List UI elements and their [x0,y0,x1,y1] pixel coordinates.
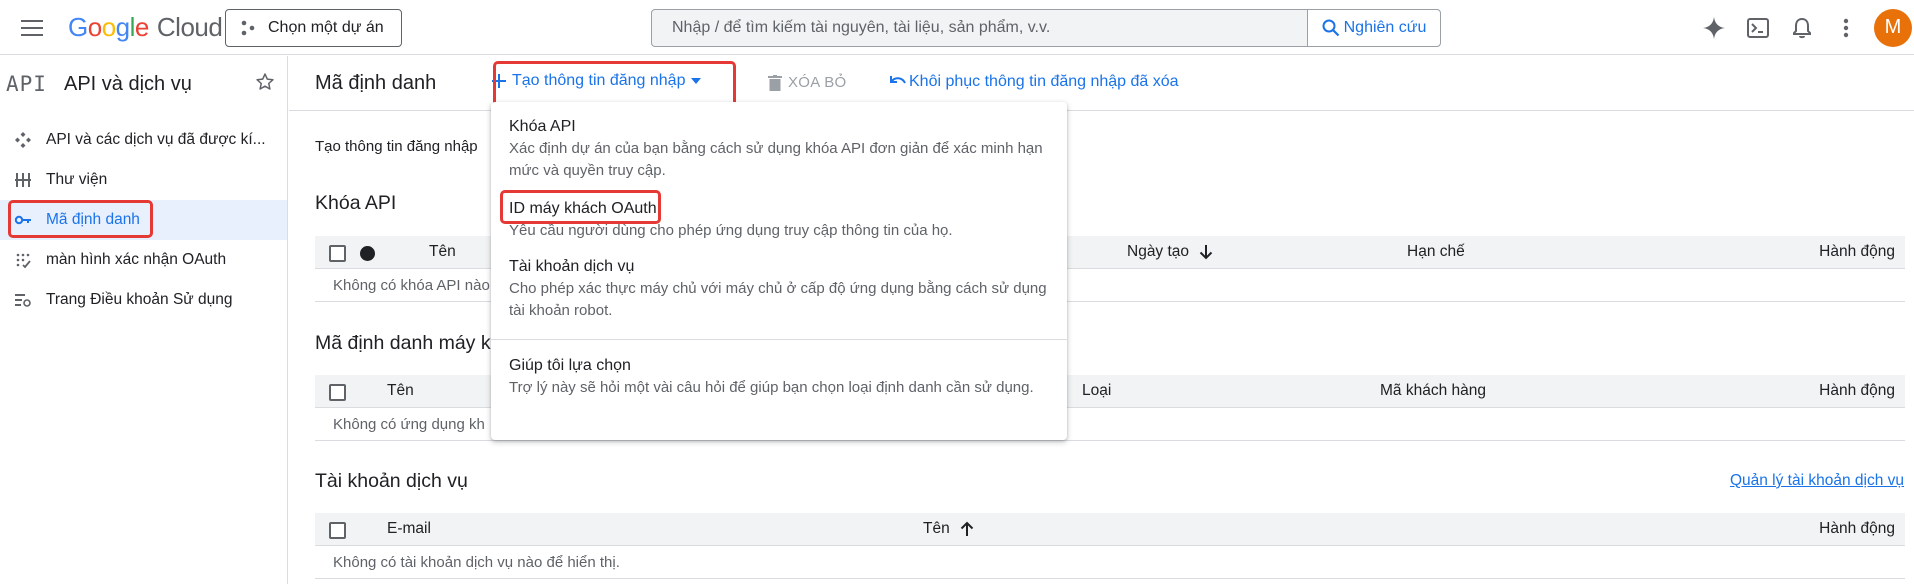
intro-text: Tạo thông tin đăng nhập [315,138,478,155]
top-bar-actions: M [1692,0,1914,55]
sidebar-nav: API và các dịch vụ đã được kí... Thư việ… [0,120,287,320]
col-created[interactable]: Ngày tạo [1127,243,1213,261]
arrow-down-icon [1199,245,1213,260]
cloud-shell-button[interactable] [1736,6,1780,50]
api-services-icon [14,131,32,149]
key-icon [14,211,32,229]
library-icon [14,171,32,189]
trash-icon [768,74,782,91]
caret-down-icon [691,78,702,84]
notifications-button[interactable] [1780,6,1824,50]
col-actions: Hành động [1819,382,1895,399]
col-client-id: Mã khách hàng [1380,382,1486,399]
select-all-checkbox[interactable] [329,384,346,401]
menu-item-oauth-client-id[interactable]: ID máy khách OAuth Yêu cầu người dùng ch… [509,198,1049,242]
arrow-up-icon [960,521,973,536]
bell-icon [1793,17,1811,38]
sidebar-item-oauth-consent[interactable]: màn hình xác nhận OAuth [0,240,287,280]
delete-button[interactable]: XÓA BỎ [768,74,847,91]
more-vert-icon [1843,18,1849,37]
top-bar: Google Cloud Chọn một dự án Nghiên cứu M [0,0,1914,55]
menu-item-api-key[interactable]: Khóa API Xác định dự án của bạn bằng các… [509,116,1049,182]
terms-icon [14,291,32,309]
create-credentials-button[interactable]: Tạo thông tin đăng nhập [492,72,702,90]
menu-divider [491,339,1067,340]
api-keys-section-title: Khóa API [315,192,397,214]
consent-icon [14,251,32,269]
star-icon [256,73,274,90]
page-title: Mã định danh [315,72,437,94]
service-accounts-section-title: Tài khoản dịch vụ [315,470,468,492]
create-credentials-menu: Khóa API Xác định dự án của bạn bằng các… [491,102,1067,440]
col-name[interactable]: Tên [923,520,974,538]
main-menu-button[interactable] [18,14,46,42]
menu-item-service-account[interactable]: Tài khoản dịch vụ Cho phép xác thực máy … [509,256,1049,322]
project-picker-label: Chọn một dự án [268,19,384,36]
sidebar-item-credentials[interactable]: Mã định danh [0,200,287,240]
service-accounts-table: E-mail Tên Hành động Không có tài khoản … [315,513,1905,579]
sidebar: API API và dịch vụ API và các dịch vụ đã… [0,56,288,584]
search-icon [1322,19,1339,37]
oauth-section-title: Mã định danh máy k [315,332,491,354]
search-input[interactable] [652,10,1307,46]
restore-deleted-credentials-button[interactable]: Khôi phục thông tin đăng nhập đã xóa [889,73,1179,91]
service-accounts-empty-row: Không có tài khoản dịch vụ nào để hiển t… [315,546,1905,579]
project-picker-button[interactable]: Chọn một dự án [225,9,402,47]
menu-item-help-me-choose[interactable]: Giúp tôi lựa chọn Trợ lý này sẽ hỏi một … [509,355,1049,399]
more-options-button[interactable] [1824,6,1868,50]
account-avatar[interactable]: M [1874,8,1912,47]
search-button[interactable]: Nghiên cứu [1307,10,1440,46]
service-accounts-table-header: E-mail Tên Hành động [315,513,1905,546]
col-name[interactable]: Tên [387,382,414,400]
col-actions: Hành động [1819,520,1895,537]
select-all-checkbox[interactable] [329,522,346,539]
status-dot-icon [360,246,375,261]
terminal-icon [1747,17,1769,38]
col-restrictions: Hạn chế [1407,243,1465,260]
search-bar: Nghiên cứu [651,9,1441,47]
sparkle-icon [1703,16,1725,39]
project-nodes-icon [240,20,256,36]
select-all-checkbox[interactable] [329,245,346,262]
col-email[interactable]: E-mail [387,520,431,538]
col-type[interactable]: Loại [1082,382,1111,400]
sidebar-item-library[interactable]: Thư viện [0,160,287,200]
sidebar-title: API và dịch vụ [64,72,192,95]
sidebar-item-enabled-apis[interactable]: API và các dịch vụ đã được kí... [0,120,287,160]
google-cloud-logo[interactable]: Google Cloud [68,12,223,43]
sidebar-item-terms[interactable]: Trang Điều khoản Sử dụng [0,280,287,320]
api-logo-icon: API [6,72,47,96]
pin-button[interactable] [255,72,275,97]
hamburger-icon [21,20,43,36]
sidebar-header: API API và dịch vụ [0,56,287,112]
undo-icon [890,76,906,84]
manage-service-accounts-link[interactable]: Quản lý tài khoản dịch vụ [1730,472,1904,490]
col-actions: Hành động [1819,243,1895,260]
col-name[interactable]: Tên [429,243,456,261]
gemini-button[interactable] [1692,6,1736,50]
plus-icon [492,74,506,88]
